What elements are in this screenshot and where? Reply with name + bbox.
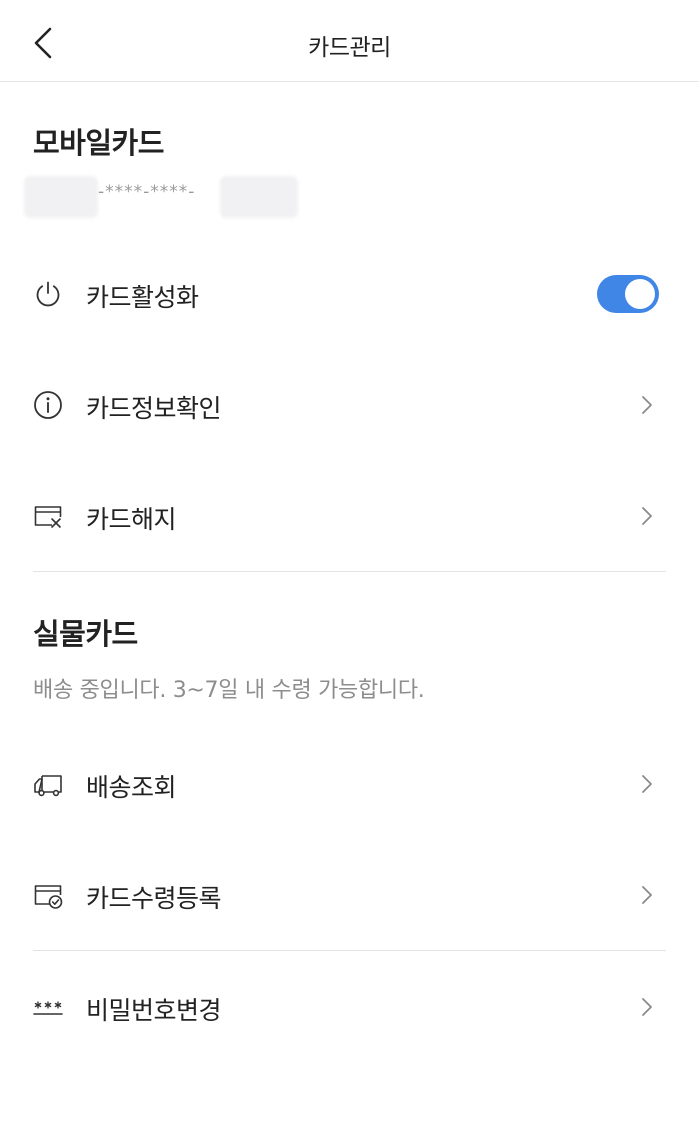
delivery-status-text: 배송 중입니다. 3~7일 내 수령 가능합니다. — [33, 678, 425, 703]
card-cancel-icon — [34, 506, 62, 528]
section-divider — [33, 950, 666, 951]
password-icon — [33, 1001, 63, 1015]
row-card-info-label: 카드정보확인 — [86, 394, 222, 423]
card-number-redaction-right — [220, 176, 298, 218]
chevron-right-icon — [642, 396, 652, 414]
row-card-cancel[interactable]: 카드해지 — [0, 480, 699, 550]
section-divider — [33, 571, 666, 572]
masked-card-number: -****-****- — [24, 176, 304, 218]
row-card-cancel-label: 카드해지 — [86, 505, 177, 534]
truck-icon — [34, 775, 62, 797]
row-delivery-tracking[interactable]: 배송조회 — [0, 748, 699, 818]
row-card-activation[interactable]: 카드활성화 — [0, 258, 699, 328]
info-icon — [34, 391, 62, 419]
row-change-password-label: 비밀번호변경 — [86, 996, 222, 1025]
card-check-icon — [34, 885, 63, 909]
card-number-mask: -****-****- — [98, 182, 196, 202]
row-delivery-tracking-label: 배송조회 — [86, 773, 177, 802]
toggle-knob — [625, 279, 655, 309]
card-number-redaction-left — [24, 176, 98, 218]
power-icon — [36, 281, 60, 307]
row-card-activation-label: 카드활성화 — [86, 283, 199, 312]
row-card-receipt-label: 카드수령등록 — [86, 884, 222, 913]
page-title: 카드관리 — [308, 35, 391, 61]
row-card-receipt[interactable]: 카드수령등록 — [0, 859, 699, 929]
chevron-right-icon — [642, 998, 652, 1016]
row-change-password[interactable]: 비밀번호변경 — [0, 971, 699, 1041]
chevron-right-icon — [642, 886, 652, 904]
chevron-right-icon — [642, 507, 652, 525]
physical-card-section-title: 실물카드 — [33, 617, 138, 651]
mobile-card-section-title: 모바일카드 — [33, 126, 164, 160]
row-card-info[interactable]: 카드정보확인 — [0, 369, 699, 439]
app-header: 카드관리 — [0, 0, 699, 82]
chevron-right-icon — [642, 775, 652, 793]
card-activation-toggle[interactable] — [597, 275, 659, 313]
